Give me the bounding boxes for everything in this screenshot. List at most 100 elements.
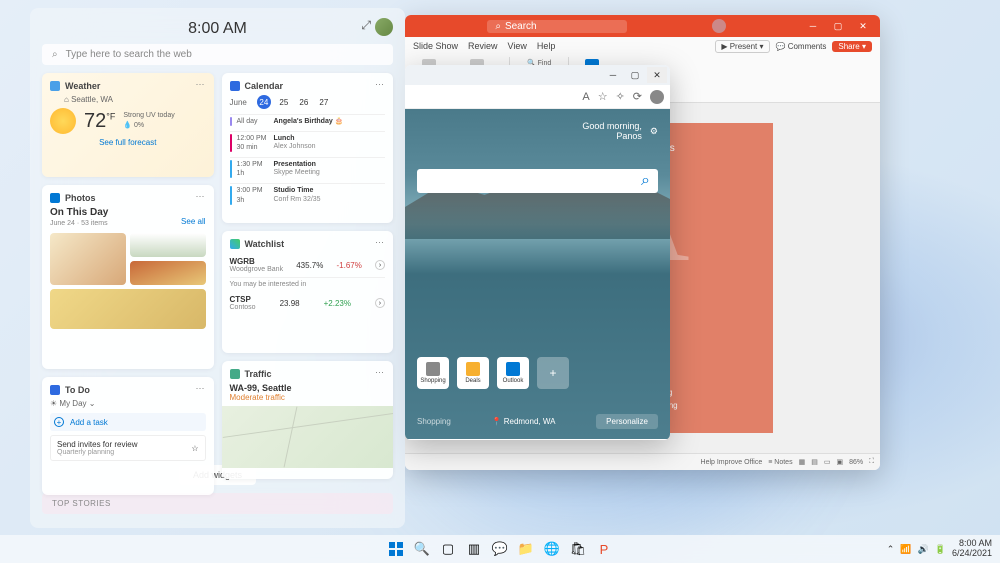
calendar-day[interactable]: 24 <box>257 95 271 109</box>
widgets-avatar[interactable] <box>375 18 393 36</box>
view-slideshow-icon[interactable]: ▣ <box>836 458 843 466</box>
taskbar-clock[interactable]: 8:00 AM 6/24/2021 <box>952 539 992 559</box>
tile-deals[interactable]: Deals <box>457 357 489 389</box>
notes-button[interactable]: ≡ Notes <box>768 459 792 466</box>
powerpoint-icon[interactable]: P <box>593 538 615 560</box>
tile-outlook[interactable]: Outlook <box>497 357 529 389</box>
store-icon[interactable]: 🛍 <box>567 538 589 560</box>
start-button[interactable] <box>385 538 407 560</box>
collections-icon[interactable]: ✧ <box>616 90 625 103</box>
expand-icon[interactable]: ⤢ <box>361 18 371 33</box>
task-item[interactable]: Send invites for reviewQuarterly plannin… <box>50 435 206 461</box>
add-task-button[interactable]: +Add a task <box>50 413 206 431</box>
favorite-icon[interactable]: ☆ <box>598 90 608 103</box>
more-icon[interactable]: ⋯ <box>196 383 206 394</box>
widgets-icon[interactable]: ▥ <box>463 538 485 560</box>
battery-icon[interactable]: 🔋 <box>935 544 946 555</box>
edge-avatar[interactable] <box>650 90 664 104</box>
calendar-event[interactable]: 3:00 PM3hStudio TimeConf Rm 32/35 <box>230 183 386 206</box>
calendar-card[interactable]: Calendar ⋯ June 24 25 26 27 All dayAngel… <box>222 73 394 223</box>
todo-list-selector[interactable]: ☀ My Day ⌄ <box>50 399 206 408</box>
task-sub: Quarterly planning <box>57 449 137 456</box>
tile-add[interactable]: + <box>537 357 569 389</box>
calendar-event[interactable]: 12:00 PM30 minLunchAlex Johnson <box>230 131 386 154</box>
calendar-day[interactable]: 26 <box>297 95 311 109</box>
fit-icon[interactable]: ⛶ <box>869 458 874 466</box>
search-icon: ⌕ <box>641 172 650 190</box>
ppt-titlebar[interactable]: ⌕ Search ─ ▢ ✕ <box>405 15 880 37</box>
taskbar: 🔍 ▢ ▥ 💬 📁 🌐 🛍 P ⌃ 📶 🔊 🔋 8:00 AM 6/24/202… <box>0 535 1000 563</box>
todo-card[interactable]: To Do ⋯ ☀ My Day ⌄ +Add a task Send invi… <box>42 377 214 495</box>
tile-shopping[interactable]: Shopping <box>417 357 449 389</box>
tab-view[interactable]: View <box>508 41 527 51</box>
more-icon[interactable]: ⋯ <box>375 237 385 248</box>
stock-row[interactable]: CTSPContoso23.98+2.23%› <box>230 291 386 315</box>
photo-thumb[interactable] <box>50 289 206 329</box>
watchlist-card[interactable]: Watchlist ⋯ WGRBWoodgrove Bank435.7%-1.6… <box>222 231 394 353</box>
stock-row[interactable]: WGRBWoodgrove Bank435.7%-1.67%› <box>230 253 386 278</box>
forecast-link[interactable]: See full forecast <box>50 138 206 147</box>
edge-quicklinks: Shopping Deals Outlook + <box>417 357 569 389</box>
calendar-day[interactable]: 27 <box>317 95 331 109</box>
photo-thumb[interactable] <box>50 233 126 285</box>
traffic-map[interactable] <box>222 406 394 468</box>
more-icon[interactable]: ⋯ <box>375 79 385 90</box>
photo-thumb[interactable] <box>130 233 206 257</box>
edge-search[interactable]: ⌕ <box>417 169 658 193</box>
tab-slideshow[interactable]: Slide Show <box>413 41 458 51</box>
sync-icon[interactable]: ⟳ <box>633 90 642 103</box>
chat-icon[interactable]: 💬 <box>489 538 511 560</box>
view-sorter-icon[interactable]: ▤ <box>811 458 818 466</box>
photos-card[interactable]: Photos ⋯ On This Day June 24 · 53 items … <box>42 185 214 369</box>
traffic-route: WA-99, Seattle <box>230 383 386 393</box>
explorer-icon[interactable]: 📁 <box>515 538 537 560</box>
minimize-button[interactable]: ─ <box>603 67 623 83</box>
close-button[interactable]: ✕ <box>647 67 667 83</box>
gear-icon[interactable]: ⚙ <box>650 126 658 137</box>
tab-review[interactable]: Review <box>468 41 498 51</box>
volume-icon[interactable]: 🔊 <box>918 544 929 555</box>
weather-card[interactable]: Weather ⋯ ⌂ Seattle, WA 72°F Strong UV t… <box>42 73 214 177</box>
comments-button[interactable]: 💬 Comments <box>776 42 827 51</box>
chevron-up-icon[interactable]: ⌃ <box>887 544 895 555</box>
edge-icon[interactable]: 🌐 <box>541 538 563 560</box>
widgets-search[interactable]: ⌕ Type here to search the web <box>42 44 393 65</box>
calendar-day[interactable]: 25 <box>277 95 291 109</box>
calendar-event[interactable]: All dayAngela's Birthday 🎂 <box>230 114 386 128</box>
zoom-level[interactable]: 86% <box>849 459 863 466</box>
widgets-panel: 8:00 AM ⤢ ⌕ Type here to search the web … <box>30 8 405 528</box>
read-aloud-icon[interactable]: A <box>582 91 589 103</box>
ppt-search[interactable]: ⌕ Search <box>487 20 627 33</box>
chevron-icon[interactable]: › <box>375 298 385 308</box>
ppt-avatar[interactable] <box>712 19 726 33</box>
taskview-icon[interactable]: ▢ <box>437 538 459 560</box>
watchlist-title: Watchlist <box>245 239 285 249</box>
footer-location[interactable]: 📍 Redmond, WA <box>492 417 556 426</box>
photo-thumb[interactable] <box>130 261 206 285</box>
close-button[interactable]: ✕ <box>852 18 874 34</box>
edge-titlebar[interactable]: ─ ▢ ✕ <box>405 65 670 85</box>
more-icon[interactable]: ⋯ <box>375 367 385 378</box>
maximize-button[interactable]: ▢ <box>827 18 849 34</box>
maximize-button[interactable]: ▢ <box>625 67 645 83</box>
minimize-button[interactable]: ─ <box>802 18 824 34</box>
view-normal-icon[interactable]: ▦ <box>799 458 806 466</box>
present-button[interactable]: ▶ Present ▾ <box>715 40 769 53</box>
search-icon[interactable]: 🔍 <box>411 538 433 560</box>
traffic-card[interactable]: Traffic ⋯ WA-99, Seattle Moderate traffi… <box>222 361 394 479</box>
more-icon[interactable]: ⋯ <box>196 191 206 202</box>
chevron-icon[interactable]: › <box>375 260 385 270</box>
calendar-event[interactable]: 1:30 PM1hPresentationSkype Meeting <box>230 157 386 180</box>
footer-shopping[interactable]: Shopping <box>417 417 451 426</box>
more-icon[interactable]: ⋯ <box>196 79 206 90</box>
star-icon[interactable]: ☆ <box>191 444 198 453</box>
edge-toolbar: A ☆ ✧ ⟳ <box>405 85 670 109</box>
ppt-search-placeholder: Search <box>505 21 537 32</box>
status-help[interactable]: Help Improve Office <box>701 459 763 466</box>
share-button[interactable]: Share ▾ <box>832 41 872 52</box>
wifi-icon[interactable]: 📶 <box>900 544 911 555</box>
view-reading-icon[interactable]: ▭ <box>824 458 831 466</box>
personalize-button[interactable]: Personalize <box>596 414 658 429</box>
tab-help[interactable]: Help <box>537 41 556 51</box>
seeall-link[interactable]: See all <box>181 217 205 226</box>
